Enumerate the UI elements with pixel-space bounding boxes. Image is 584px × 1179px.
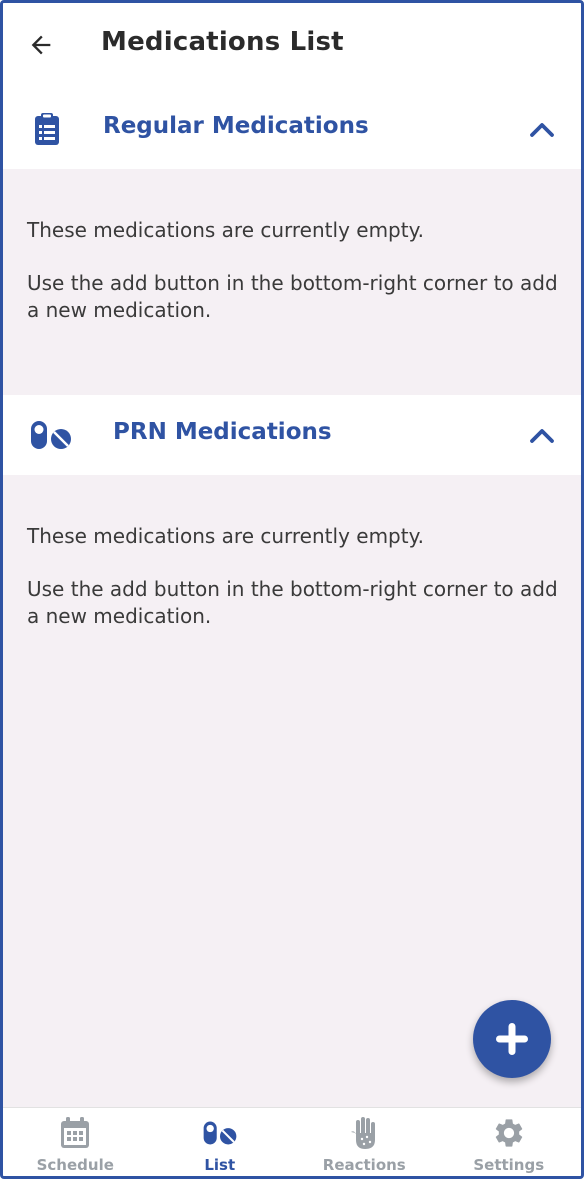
chevron-up-icon[interactable] (527, 421, 557, 451)
page-title: Medications List (101, 27, 344, 57)
section-header-regular-medications[interactable]: Regular Medications (3, 89, 581, 169)
nav-label: Settings (473, 1156, 545, 1174)
section-title: PRN Medications (113, 419, 332, 445)
nav-item-reactions[interactable]: Reactions (292, 1108, 437, 1176)
add-medication-button[interactable] (473, 1000, 551, 1078)
empty-message: These medications are currently empty. (27, 218, 424, 242)
arrow-left-icon (31, 35, 51, 55)
empty-hint: Use the add button in the bottom-right c… (27, 577, 558, 628)
nav-label: Reactions (322, 1156, 406, 1174)
nav-label: Schedule (36, 1156, 114, 1174)
nav-item-settings[interactable]: Settings (437, 1108, 582, 1176)
nav-item-list[interactable]: List (148, 1108, 293, 1176)
section-title: Regular Medications (103, 113, 369, 139)
pills-icon (31, 421, 71, 449)
chevron-up-icon[interactable] (527, 115, 557, 145)
app-bar: Medications List (3, 3, 581, 89)
clipboard-list-icon (35, 113, 59, 145)
calendar-icon (61, 1117, 90, 1148)
empty-message: These medications are currently empty. (27, 524, 424, 548)
back-button[interactable] (25, 29, 57, 61)
gear-icon (495, 1119, 522, 1147)
app-frame: Medications List Regular Medications The… (0, 0, 584, 1179)
pills-icon (203, 1121, 237, 1145)
section-header-prn-medications[interactable]: PRN Medications (3, 395, 581, 475)
nav-item-schedule[interactable]: Schedule (3, 1108, 148, 1176)
nav-label: List (204, 1156, 236, 1174)
empty-hint: Use the add button in the bottom-right c… (27, 271, 558, 322)
plus-icon (496, 1023, 528, 1055)
hand-icon (351, 1117, 376, 1149)
bottom-navigation: Schedule List Reactions Settings (3, 1107, 582, 1176)
